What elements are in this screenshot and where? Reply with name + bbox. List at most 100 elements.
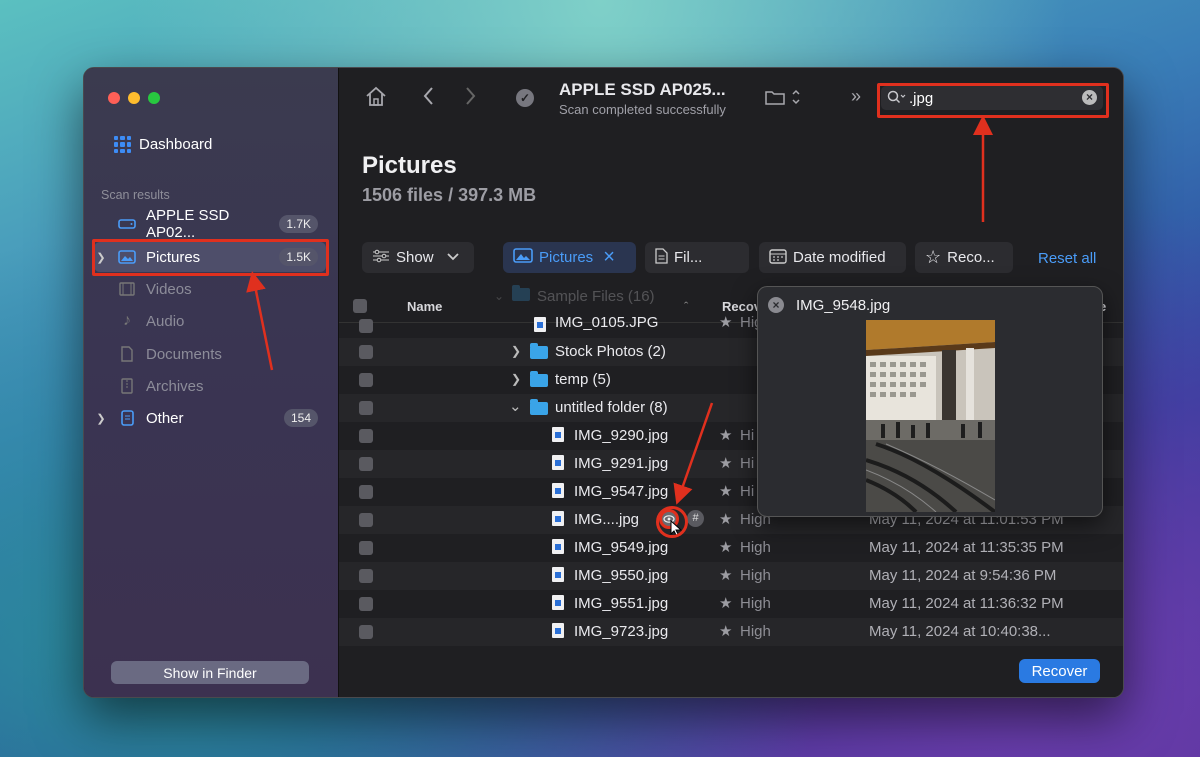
date-modified-filter-button[interactable]: Date modified	[759, 242, 906, 273]
show-filter-button[interactable]: Show	[362, 242, 474, 273]
date-modified-filter-label: Date modified	[793, 249, 886, 266]
sidebar-item-audio[interactable]: ♪ Audio	[94, 306, 326, 336]
preview-photo	[866, 320, 995, 512]
film-icon	[114, 282, 140, 296]
image-file-icon	[552, 623, 564, 638]
forward-chevron-icon[interactable]	[463, 85, 477, 113]
sidebar-item-apple-ssd[interactable]: APPLE SSD AP02... 1.7K	[94, 207, 326, 241]
star-icon: ★	[719, 595, 733, 612]
folder-icon	[512, 285, 530, 301]
minimize-window-button[interactable]	[128, 92, 140, 104]
file-name: IMG_9291.jpg	[574, 455, 669, 472]
star-icon: ☆	[925, 247, 942, 267]
row-checkbox[interactable]	[359, 319, 373, 333]
file-name: IMG_9549.jpg	[574, 539, 669, 556]
annotation-highlight-pictures	[92, 239, 329, 276]
home-icon[interactable]	[364, 85, 388, 113]
chevron-down-icon	[446, 249, 460, 266]
sidebar-item-label: Videos	[146, 280, 192, 298]
document-icon	[655, 247, 668, 268]
recovery-chance: High	[740, 567, 771, 584]
folder-picker-icon[interactable]	[764, 87, 804, 113]
row-checkbox[interactable]	[359, 513, 373, 527]
chevron-down-icon[interactable]: ⌄	[494, 289, 504, 303]
file-filter-button[interactable]: Fil...	[645, 242, 749, 273]
chevron-right-icon[interactable]: ❯	[94, 412, 108, 425]
scan-complete-check-icon: ✓	[516, 89, 534, 107]
image-file-icon	[552, 427, 564, 442]
file-name: Sample Files (16)	[537, 288, 655, 305]
back-chevron-icon[interactable]	[422, 85, 436, 113]
zoom-window-button[interactable]	[148, 92, 160, 104]
sliders-icon	[372, 249, 390, 267]
other-file-icon	[114, 410, 140, 426]
star-icon: ★	[719, 455, 733, 472]
main-panel: ✓ APPLE SSD AP025... Scan completed succ…	[339, 68, 1123, 697]
date-modified: May 11, 2024 at 9:54:36 PM	[869, 567, 1057, 584]
dashboard-grid-icon	[114, 136, 131, 153]
recovery-chance: Hi	[740, 483, 755, 500]
show-filter-label: Show	[396, 249, 434, 266]
reset-all-link[interactable]: Reset all	[1038, 250, 1096, 267]
table-row[interactable]: IMG_9723.jpg ★ High May 11, 2024 at 10:4…	[339, 618, 1123, 646]
row-checkbox[interactable]	[359, 485, 373, 499]
table-row[interactable]: IMG_9551.jpg ★ High May 11, 2024 at 11:3…	[339, 590, 1123, 618]
row-checkbox[interactable]	[359, 569, 373, 583]
row-checkbox[interactable]	[359, 401, 373, 415]
sidebar-item-label: Audio	[146, 312, 185, 330]
file-name: IMG....jpg	[574, 511, 640, 528]
row-checkbox[interactable]	[359, 597, 373, 611]
row-checkbox[interactable]	[359, 457, 373, 471]
window-controls	[108, 92, 160, 104]
sidebar-item-archives[interactable]: Archives	[94, 371, 326, 401]
sidebar-item-other[interactable]: ❯ Other 154	[94, 403, 326, 433]
sidebar-item-videos[interactable]: Videos	[94, 274, 326, 304]
page-subtitle: 1506 files / 397.3 MB	[362, 185, 537, 205]
star-icon: ★	[719, 511, 733, 528]
folder-name: Stock Photos (2)	[555, 343, 666, 360]
hash-icon-button[interactable]: #	[687, 510, 704, 527]
file-name: IMG_0105.JPG	[555, 314, 659, 331]
sidebar-item-documents[interactable]: Documents	[94, 339, 326, 369]
row-checkbox[interactable]	[359, 345, 373, 359]
table-row[interactable]: IMG_9549.jpg ★ High May 11, 2024 at 11:3…	[339, 534, 1123, 562]
file-name: IMG_9290.jpg	[574, 427, 669, 444]
star-icon: ★	[719, 623, 733, 640]
date-modified: May 11, 2024 at 11:36:32 PM	[869, 595, 1064, 612]
row-checkbox[interactable]	[359, 625, 373, 639]
row-checkbox[interactable]	[359, 373, 373, 387]
row-checkbox[interactable]	[359, 429, 373, 443]
scan-results-section-label: Scan results	[101, 188, 170, 202]
recover-button[interactable]: Recover	[1019, 659, 1100, 683]
annotation-highlight-search	[877, 83, 1109, 118]
file-name: IMG_9550.jpg	[574, 567, 669, 584]
annotation-circle-preview	[656, 506, 688, 538]
chevron-down-icon[interactable]: ⌄	[509, 397, 522, 415]
file-name: IMG_9547.jpg	[574, 483, 669, 500]
show-in-finder-button[interactable]: Show in Finder	[111, 661, 309, 684]
double-chevron-icon[interactable]: »	[851, 86, 861, 107]
sidebar-item-label: Archives	[146, 377, 204, 395]
pictures-filter-chip[interactable]: Pictures ×	[503, 242, 636, 273]
file-name: IMG_9723.jpg	[574, 623, 669, 640]
sidebar-item-label: Documents	[146, 345, 222, 363]
chevron-right-icon[interactable]: ❯	[511, 344, 521, 358]
star-icon: ★	[719, 567, 733, 584]
count-badge: 154	[283, 409, 318, 427]
recovery-chance-filter-button[interactable]: ☆ Reco...	[915, 242, 1013, 273]
folder-icon	[530, 399, 548, 415]
music-note-icon: ♪	[123, 312, 131, 329]
close-window-button[interactable]	[108, 92, 120, 104]
row-checkbox[interactable]	[359, 541, 373, 555]
close-icon[interactable]: ×	[603, 246, 615, 269]
star-icon: ★	[719, 483, 733, 500]
image-file-icon	[552, 511, 564, 526]
close-preview-icon[interactable]: ×	[768, 297, 784, 313]
sidebar-item-dashboard[interactable]: Dashboard	[114, 136, 212, 153]
document-icon	[114, 346, 140, 362]
chevron-right-icon[interactable]: ❯	[511, 372, 521, 386]
date-modified: May 11, 2024 at 11:35:35 PM	[869, 539, 1064, 556]
table-row[interactable]: IMG_9550.jpg ★ High May 11, 2024 at 9:54…	[339, 562, 1123, 590]
device-title: APPLE SSD AP025...	[559, 80, 726, 99]
recovery-chance: High	[740, 623, 771, 640]
